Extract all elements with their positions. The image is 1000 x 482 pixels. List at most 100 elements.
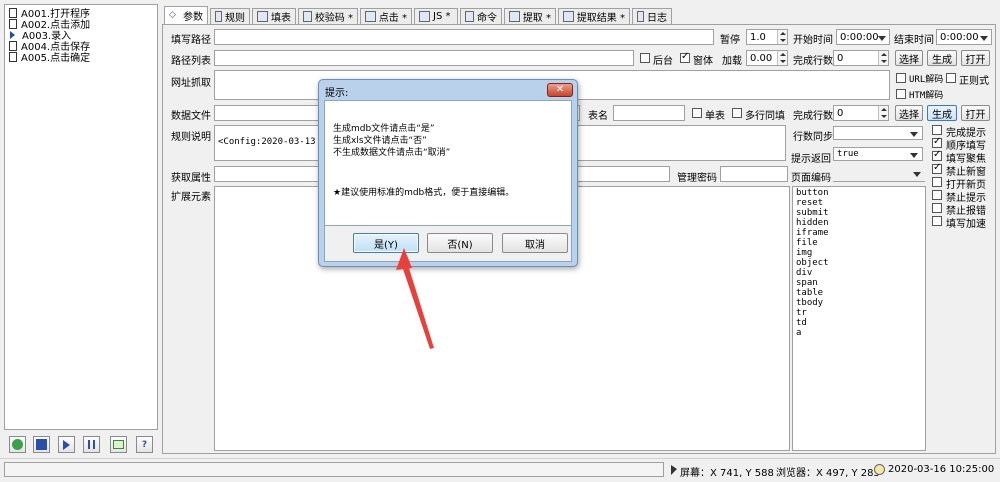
tab-3[interactable]: 填表: [252, 8, 296, 24]
tree-item[interactable]: A005.点击确定: [5, 51, 157, 64]
chevron-down-icon: [878, 36, 886, 41]
tag-item[interactable]: button: [796, 188, 922, 198]
ext-elements-label: 扩展元素: [171, 192, 211, 203]
pause-button[interactable]: [83, 436, 100, 453]
option-checkbox[interactable]: [932, 162, 942, 174]
multi-row-checkbox[interactable]: [732, 108, 742, 118]
save-button[interactable]: [33, 436, 50, 453]
select2-button[interactable]: 选择: [895, 105, 923, 121]
dialog-close-button[interactable]: ✕: [547, 83, 573, 97]
tag-item[interactable]: object: [796, 258, 922, 268]
tab-1[interactable]: ◇ 参数: [164, 6, 208, 24]
single-table-label: 单表: [705, 111, 725, 122]
path-list-input[interactable]: [214, 50, 634, 66]
tab-5[interactable]: 点击 *: [360, 8, 412, 24]
run-button[interactable]: [58, 436, 75, 453]
tag-item[interactable]: table: [796, 288, 922, 298]
tab-label: 点击 *: [378, 13, 407, 24]
htm-decode-checkbox[interactable]: [896, 89, 906, 99]
option-checkbox[interactable]: [932, 149, 942, 161]
tag-item[interactable]: hidden: [796, 218, 922, 228]
tab-label: JS *: [433, 11, 451, 22]
tab-icon: [637, 11, 644, 22]
prompt-return-select[interactable]: true: [833, 147, 923, 161]
page-encoding-label: 页面编码: [791, 173, 831, 184]
multi-row-label: 多行同填: [745, 111, 785, 122]
generate2-button[interactable]: 生成: [927, 105, 957, 121]
row-sync-select[interactable]: [833, 126, 923, 140]
screen-coords: 屏幕：X 741, Y 588: [680, 468, 774, 479]
open2-button[interactable]: 打开: [961, 105, 990, 121]
tag-item[interactable]: td: [796, 318, 922, 328]
regex-checkbox[interactable]: [946, 73, 956, 83]
dialog-line3: 不生成数据文件请点击“取消”: [333, 148, 451, 158]
play-icon: [63, 439, 70, 450]
tag-item[interactable]: span: [796, 278, 922, 288]
help-icon: ?: [141, 439, 148, 450]
done-rows2-label: 完成行数: [793, 111, 833, 122]
tab-icon: [509, 11, 520, 22]
task-tree: A001.打开程序 A002.点击添加 A003.录入 A004.点击保存 A005.点…: [4, 4, 158, 430]
tab-icon: [257, 11, 268, 22]
window-label: 窗体: [693, 56, 713, 67]
admin-pwd-input[interactable]: [720, 166, 788, 182]
option-checkbox[interactable]: [932, 125, 942, 135]
table-name-input[interactable]: [613, 105, 685, 121]
tag-item[interactable]: a: [796, 328, 922, 338]
cancel-button[interactable]: 取消: [502, 233, 568, 253]
done-rows-input[interactable]: 0: [833, 50, 889, 66]
done-rows2-input[interactable]: 0: [833, 105, 889, 121]
prompt-return-label: 提示返回: [791, 154, 831, 165]
tab-9[interactable]: 提取结果 *: [558, 8, 630, 24]
open-button[interactable]: 打开: [961, 50, 990, 66]
fill-path-input[interactable]: [214, 29, 714, 45]
close-icon: ✕: [555, 84, 565, 95]
tree-item-label: A005.点击确定: [21, 53, 91, 64]
option-checkbox[interactable]: [932, 216, 942, 226]
tab-7[interactable]: 命令: [460, 8, 502, 24]
tab-4[interactable]: 校验码 *: [298, 8, 358, 24]
single-table-checkbox[interactable]: [692, 108, 702, 118]
tab-8[interactable]: 提取 *: [504, 8, 556, 24]
tab-2[interactable]: 规则: [210, 8, 250, 24]
add-step-button[interactable]: [9, 436, 26, 453]
background-checkbox[interactable]: [640, 53, 650, 63]
generate-button[interactable]: 生成: [927, 50, 957, 66]
tag-item[interactable]: img: [796, 248, 922, 258]
tag-list[interactable]: button reset submit hidden iframe file img obje…: [792, 186, 926, 451]
start-time-label: 开始时间: [793, 35, 833, 46]
tab-6[interactable]: JS *: [414, 8, 458, 24]
url-decode-checkbox[interactable]: [896, 73, 906, 83]
select-button[interactable]: 选择: [895, 50, 923, 66]
export-button[interactable]: [110, 436, 127, 453]
option-checkbox[interactable]: [932, 136, 942, 148]
help-button[interactable]: ?: [136, 436, 153, 453]
option-checkbox[interactable]: [932, 177, 942, 187]
end-time-picker[interactable]: 0:00:00: [936, 29, 992, 45]
option-checkbox[interactable]: [932, 190, 942, 200]
document-icon: [9, 7, 17, 18]
option-checkbox[interactable]: [932, 203, 942, 213]
clock-icon: [874, 464, 885, 475]
tag-item[interactable]: iframe: [796, 228, 922, 238]
load-input[interactable]: 0.00: [746, 50, 788, 66]
tag-item[interactable]: file: [796, 238, 922, 248]
window-checkbox[interactable]: [680, 51, 690, 63]
load-label: 加载: [722, 56, 742, 67]
dialog-tip: ★建议使用标准的mdb格式，便于直接编辑。: [333, 188, 515, 198]
tag-item[interactable]: reset: [796, 198, 922, 208]
table-name-label: 表名: [588, 111, 608, 122]
tab-label: 参数: [183, 12, 203, 23]
tag-item[interactable]: div: [796, 268, 922, 278]
page-encoding-select[interactable]: [833, 166, 925, 182]
start-time-picker[interactable]: 0:00:00: [836, 29, 890, 45]
tag-item[interactable]: tr: [796, 308, 922, 318]
tab-label: 提取结果 *: [576, 13, 625, 24]
option-label: 填写加速: [946, 219, 986, 230]
tag-item[interactable]: tbody: [796, 298, 922, 308]
path-list-label: 路径列表: [171, 56, 211, 67]
chevron-down-icon: [910, 132, 918, 137]
tab-10[interactable]: 日志: [632, 8, 672, 24]
pause-input[interactable]: 1.0: [746, 29, 788, 45]
tag-item[interactable]: submit: [796, 208, 922, 218]
